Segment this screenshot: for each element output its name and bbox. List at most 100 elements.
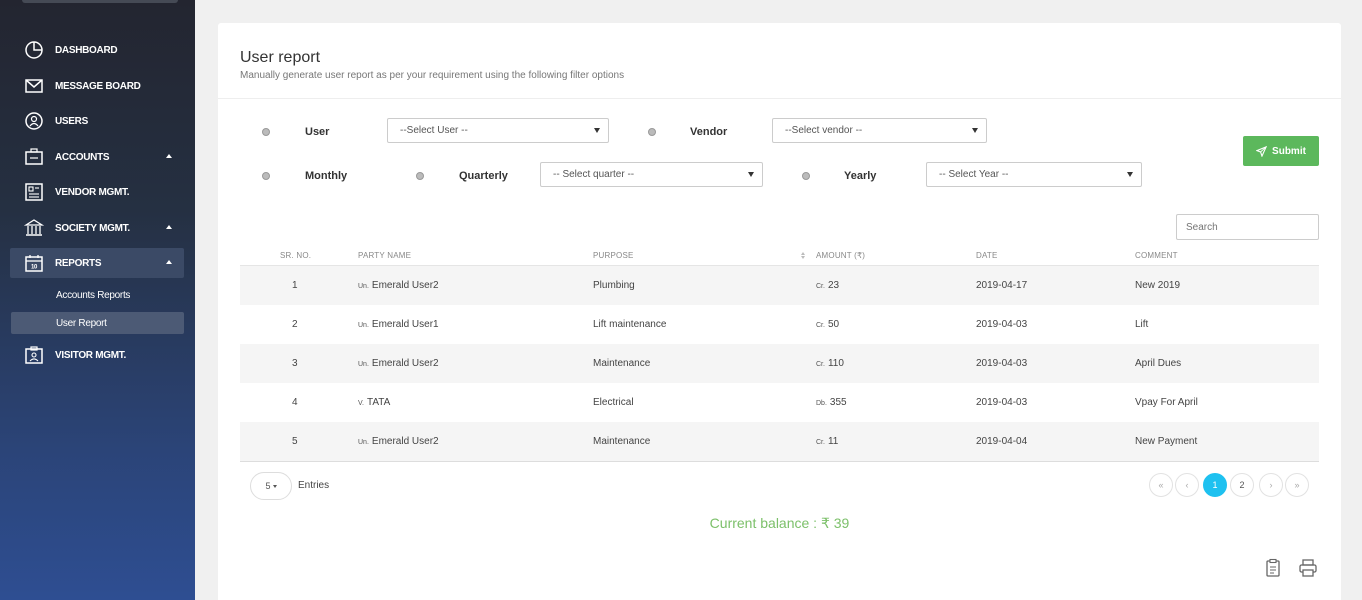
- header-purpose[interactable]: PURPOSE: [593, 251, 634, 260]
- header-party-name[interactable]: PARTY NAME: [358, 251, 411, 260]
- dropdown-arrow-icon: [748, 172, 754, 177]
- entries-label: Entries: [298, 480, 330, 491]
- sidebar-item-message-board[interactable]: MESSAGE BOARD: [10, 71, 184, 101]
- user-select-value: --Select User --: [400, 125, 468, 136]
- cell-sr: 3: [292, 358, 298, 369]
- sidebar-item-label: SOCIETY MGMT.: [55, 222, 130, 234]
- party-type-prefix: Un.: [358, 322, 369, 329]
- party-name: Emerald User2: [371, 436, 439, 447]
- cell-party: Un. Emerald User2: [358, 436, 439, 447]
- cell-sr: 4: [292, 397, 298, 408]
- header-comment[interactable]: COMMENT: [1135, 251, 1178, 260]
- sidebar-subitem-user-report[interactable]: User Report: [11, 312, 184, 334]
- quarter-select[interactable]: -- Select quarter --: [540, 162, 763, 187]
- envelope-icon: [23, 75, 45, 97]
- dashboard-icon: [23, 39, 45, 61]
- cell-amount: Db. 355: [816, 397, 847, 408]
- pagination-prev-button[interactable]: ‹: [1175, 473, 1199, 497]
- pagination-page-1[interactable]: 1: [1203, 473, 1227, 497]
- caret-up-icon: [166, 225, 172, 229]
- year-select-value: -- Select Year --: [939, 169, 1009, 180]
- amount-type-prefix: Db.: [816, 400, 827, 407]
- party-name: Emerald User1: [371, 319, 439, 330]
- sidebar-item-label: VENDOR MGMT.: [55, 186, 130, 198]
- table-row: 2 Un. Emerald User1 Lift maintenance Cr. 5…: [240, 305, 1319, 344]
- cell-date: 2019-04-17: [976, 280, 1028, 291]
- cell-amount: Cr. 23: [816, 280, 839, 291]
- sidebar-item-accounts[interactable]: ACCOUNTS: [10, 142, 184, 172]
- sidebar-top-bar: [22, 0, 178, 3]
- vendor-select[interactable]: --Select vendor --: [772, 118, 987, 143]
- pagination-page-2[interactable]: 2: [1230, 473, 1254, 497]
- report-table: SR. NO. PARTY NAME PURPOSE AMOUNT (₹) DA…: [240, 244, 1319, 462]
- sidebar-item-label: USERS: [55, 115, 88, 127]
- pagination-next-button[interactable]: ›: [1259, 473, 1283, 497]
- sort-icon[interactable]: [801, 252, 805, 259]
- clipboard-export-icon[interactable]: [1263, 558, 1283, 578]
- cell-date: 2019-04-03: [976, 358, 1028, 369]
- submit-label: Submit: [1272, 145, 1306, 157]
- sidebar-item-visitor-mgmt[interactable]: VISITOR MGMT.: [10, 340, 184, 370]
- submit-button[interactable]: Submit: [1243, 136, 1319, 166]
- sidebar-item-label: ACCOUNTS: [55, 151, 110, 163]
- cell-date: 2019-04-04: [976, 436, 1028, 447]
- sidebar-item-users[interactable]: USERS: [10, 106, 184, 136]
- paper-plane-icon: [1256, 145, 1268, 157]
- table-bottom-border: [240, 461, 1319, 462]
- cell-party: Un. Emerald User1: [358, 319, 439, 330]
- sidebar-item-dashboard[interactable]: DASHBOARD: [10, 35, 184, 65]
- party-name: TATA: [366, 397, 391, 408]
- amount-value: 50: [827, 319, 840, 330]
- header-date[interactable]: DATE: [976, 251, 998, 260]
- quarterly-radio[interactable]: [416, 172, 424, 180]
- sidebar-item-label: DASHBOARD: [55, 44, 118, 56]
- vendor-radio[interactable]: [648, 128, 656, 136]
- dropdown-arrow-icon: [972, 128, 978, 133]
- amount-value: 355: [829, 397, 847, 408]
- cell-purpose: Maintenance: [593, 436, 651, 447]
- cell-party: V. TATA: [358, 397, 390, 408]
- user-filter-label: User: [305, 126, 330, 138]
- caret-up-icon: [166, 260, 172, 264]
- accounts-icon: [23, 146, 45, 168]
- visitor-icon: [23, 344, 45, 366]
- monthly-radio[interactable]: [262, 172, 270, 180]
- year-select[interactable]: -- Select Year --: [926, 162, 1142, 187]
- amount-value: 11: [827, 436, 839, 447]
- caret-up-icon: [166, 154, 172, 158]
- cell-amount: Cr. 110: [816, 358, 844, 369]
- sidebar: DASHBOARD MESSAGE BOARD USERS ACCOUNTS V…: [0, 0, 195, 600]
- user-select[interactable]: --Select User --: [387, 118, 609, 143]
- caret-down-icon: [272, 484, 277, 488]
- search-input[interactable]: [1176, 214, 1319, 240]
- svg-text:10: 10: [31, 265, 38, 271]
- amount-type-prefix: Cr.: [816, 322, 825, 329]
- sidebar-item-label: REPORTS: [55, 257, 102, 269]
- sidebar-item-reports[interactable]: 10 REPORTS: [10, 248, 184, 278]
- yearly-radio[interactable]: [802, 172, 810, 180]
- vendor-filter-label: Vendor: [690, 126, 728, 138]
- entries-per-page-select[interactable]: 5: [250, 472, 292, 500]
- sidebar-subitem-accounts-reports[interactable]: Accounts Reports: [11, 284, 184, 306]
- monthly-filter-label: Monthly: [305, 170, 348, 182]
- dropdown-arrow-icon: [1127, 172, 1133, 177]
- party-type-prefix: Un.: [358, 361, 369, 368]
- user-radio[interactable]: [262, 128, 270, 136]
- users-icon: [23, 110, 45, 132]
- cell-purpose: Electrical: [593, 397, 634, 408]
- sidebar-item-society-mgmt[interactable]: SOCIETY MGMT.: [10, 213, 184, 243]
- cell-party: Un. Emerald User2: [358, 280, 439, 291]
- header-amount[interactable]: AMOUNT (₹): [816, 251, 865, 260]
- sidebar-item-vendor-mgmt[interactable]: VENDOR MGMT.: [10, 177, 184, 207]
- amount-value: 110: [827, 358, 844, 369]
- pagination-first-button[interactable]: «: [1149, 473, 1173, 497]
- cell-purpose: Plumbing: [593, 280, 635, 291]
- amount-type-prefix: Cr.: [816, 439, 825, 446]
- pagination-last-button[interactable]: »: [1285, 473, 1309, 497]
- dropdown-arrow-icon: [594, 128, 600, 133]
- header-sr-no[interactable]: SR. NO.: [280, 251, 311, 260]
- quarter-select-value: -- Select quarter --: [553, 169, 635, 180]
- cell-comment: New Payment: [1135, 436, 1198, 447]
- print-icon[interactable]: [1298, 558, 1318, 578]
- sidebar-item-label: MESSAGE BOARD: [55, 80, 141, 92]
